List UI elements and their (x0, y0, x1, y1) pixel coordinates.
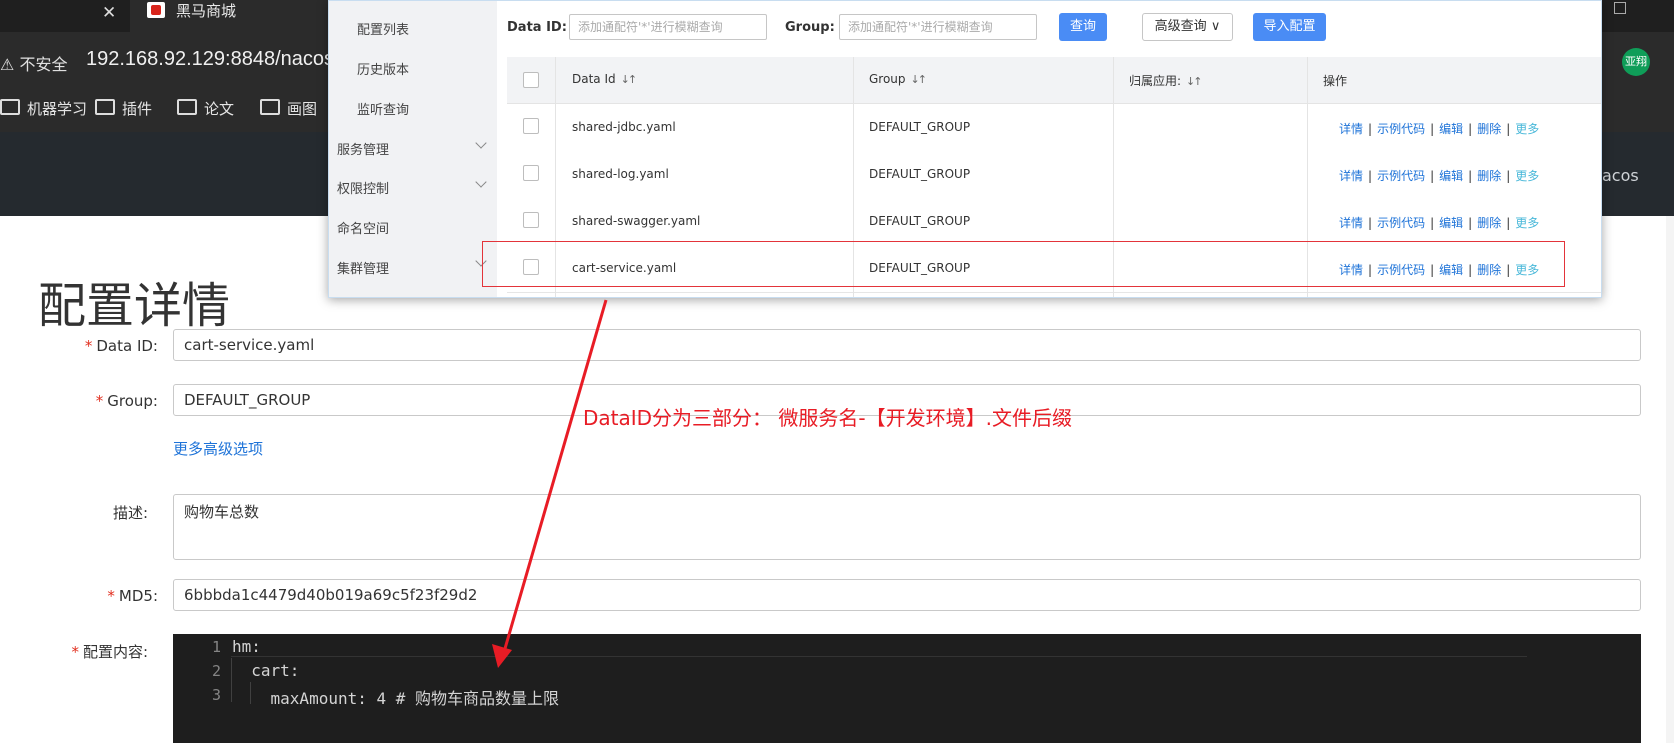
annotation-text: DataID分为三部分： 微服务名-【开发环境】.文件后缀 (583, 406, 1072, 430)
annotation-arrow (492, 299, 608, 668)
arrow-line (502, 299, 608, 653)
arrow-head (492, 644, 512, 668)
